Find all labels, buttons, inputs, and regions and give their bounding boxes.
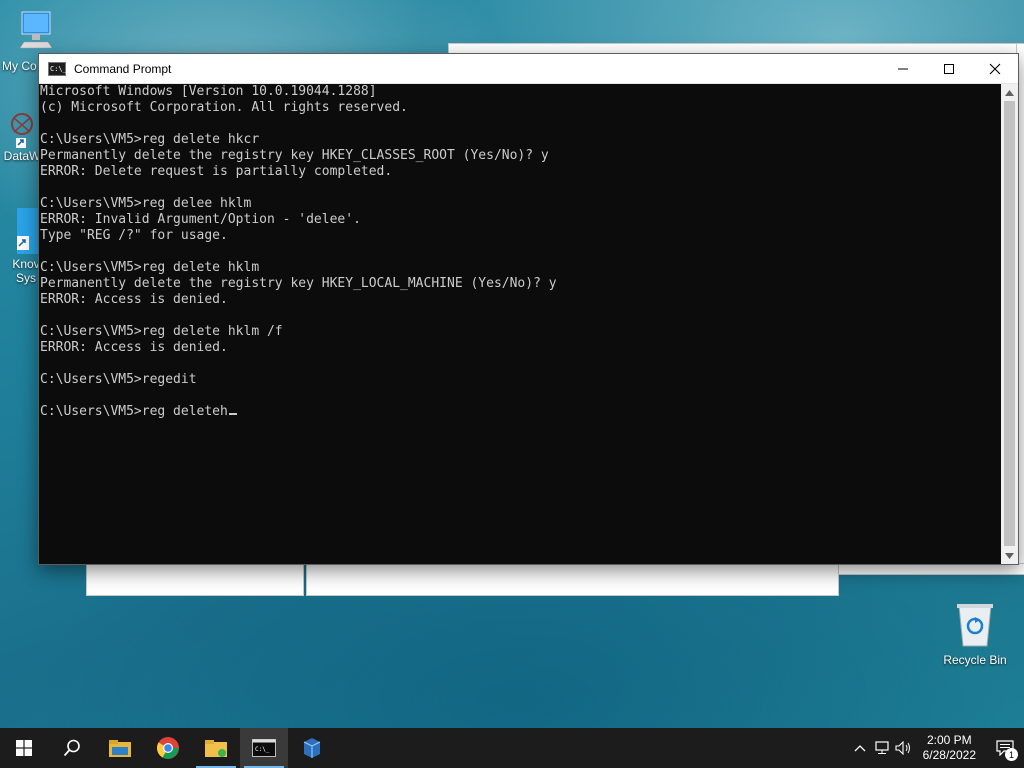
console-input-line[interactable]: C:\Users\VM5>reg deleteh xyxy=(40,404,228,419)
text-cursor xyxy=(228,413,237,415)
taskbar-app[interactable] xyxy=(288,728,336,768)
scroll-up-button[interactable] xyxy=(1001,84,1018,101)
speaker-icon xyxy=(895,741,910,755)
search-icon xyxy=(63,739,80,757)
console-line: Type "REG /?" for usage. xyxy=(40,228,228,243)
console-line: C:\Users\VM5>reg delete hklm xyxy=(40,260,260,275)
console-line: ERROR: Delete request is partially compl… xyxy=(40,164,393,179)
command-prompt-window[interactable]: C:\_ Command Prompt Microsoft Windows [V… xyxy=(38,53,1019,565)
windows-logo-icon xyxy=(16,740,32,756)
close-icon xyxy=(989,63,1001,74)
console-line: C:\Users\VM5>reg delee hklm xyxy=(40,196,252,211)
close-button[interactable] xyxy=(972,54,1018,83)
clock-date: 6/28/2022 xyxy=(922,748,976,762)
maximize-button[interactable] xyxy=(926,54,972,83)
taskbar-file-explorer[interactable] xyxy=(96,728,144,768)
show-hidden-icons-button[interactable] xyxy=(849,744,871,752)
title-bar[interactable]: C:\_ Command Prompt xyxy=(39,54,1018,84)
system-tray: 2:00 PM 6/28/2022 1 xyxy=(849,728,1024,768)
chevron-up-icon xyxy=(854,745,866,752)
file-explorer-icon xyxy=(109,740,131,757)
svg-text:C:\_: C:\_ xyxy=(255,746,270,753)
background-pane-right xyxy=(306,563,839,596)
minimize-button[interactable] xyxy=(880,54,926,83)
knowledge-system-icon xyxy=(17,208,39,254)
window-title: Command Prompt xyxy=(74,61,172,76)
window-controls xyxy=(880,54,1018,83)
app-icon xyxy=(303,738,321,758)
console-line: ERROR: Access is denied. xyxy=(40,340,228,355)
search-button[interactable] xyxy=(48,728,96,768)
folder-icon xyxy=(205,740,227,757)
cmd-window-icon: C:\_ xyxy=(48,61,67,76)
console-line: Permanently delete the registry key HKEY… xyxy=(40,148,549,163)
clock[interactable]: 2:00 PM 6/28/2022 xyxy=(923,733,976,763)
recycle-bin-icon xyxy=(957,604,993,647)
dataw-icon xyxy=(11,113,33,148)
desktop-icon-dataw[interactable]: DataW xyxy=(2,110,42,163)
console-text: Microsoft Windows [Version 10.0.19044.12… xyxy=(39,84,1001,420)
network-button[interactable] xyxy=(871,741,893,755)
notification-count-badge: 1 xyxy=(1005,748,1018,761)
maximize-icon xyxy=(944,63,954,74)
scroll-down-arrow-icon xyxy=(1005,552,1014,559)
console-line: ERROR: Access is denied. xyxy=(40,292,228,307)
action-center-button[interactable]: 1 xyxy=(986,728,1024,768)
taskbar-folder[interactable] xyxy=(192,728,240,768)
scroll-down-button[interactable] xyxy=(1001,547,1018,564)
taskbar-command-prompt[interactable]: C:\_ xyxy=(240,728,288,768)
taskbar: C:\_ 2:00 PM 6/28/2022 1 xyxy=(0,728,1024,768)
console-line: (c) Microsoft Corporation. All rights re… xyxy=(40,100,408,115)
chrome-icon xyxy=(157,737,179,759)
scroll-up-arrow-icon xyxy=(1005,89,1014,96)
vertical-scrollbar[interactable] xyxy=(1001,84,1018,564)
console-line: Microsoft Windows [Version 10.0.19044.12… xyxy=(40,84,377,99)
network-icon xyxy=(875,741,889,754)
scrollbar-thumb[interactable] xyxy=(1004,101,1015,546)
taskbar-chrome[interactable] xyxy=(144,728,192,768)
desktop-icon-label: Recycle Bin xyxy=(943,653,1007,667)
volume-button[interactable] xyxy=(893,741,915,755)
command-prompt-icon: C:\_ xyxy=(252,739,276,757)
console-line: C:\Users\VM5>reg delete hkcr xyxy=(40,132,260,147)
computer-icon xyxy=(19,11,53,49)
console-line: ERROR: Invalid Argument/Option - 'delee'… xyxy=(40,212,361,227)
minimize-icon xyxy=(898,68,908,69)
background-pane-left xyxy=(86,563,304,596)
console-line: Permanently delete the registry key HKEY… xyxy=(40,276,557,291)
start-button[interactable] xyxy=(0,728,48,768)
console-output[interactable]: Microsoft Windows [Version 10.0.19044.12… xyxy=(39,84,1001,564)
desktop-icon-recycle-bin[interactable]: Recycle Bin xyxy=(940,600,1010,667)
clock-time: 2:00 PM xyxy=(926,733,972,747)
console-line: C:\Users\VM5>regedit xyxy=(40,372,197,387)
console-line: C:\Users\VM5>reg delete hklm /f xyxy=(40,324,283,339)
desktop-icon-label: DataW xyxy=(3,149,41,163)
